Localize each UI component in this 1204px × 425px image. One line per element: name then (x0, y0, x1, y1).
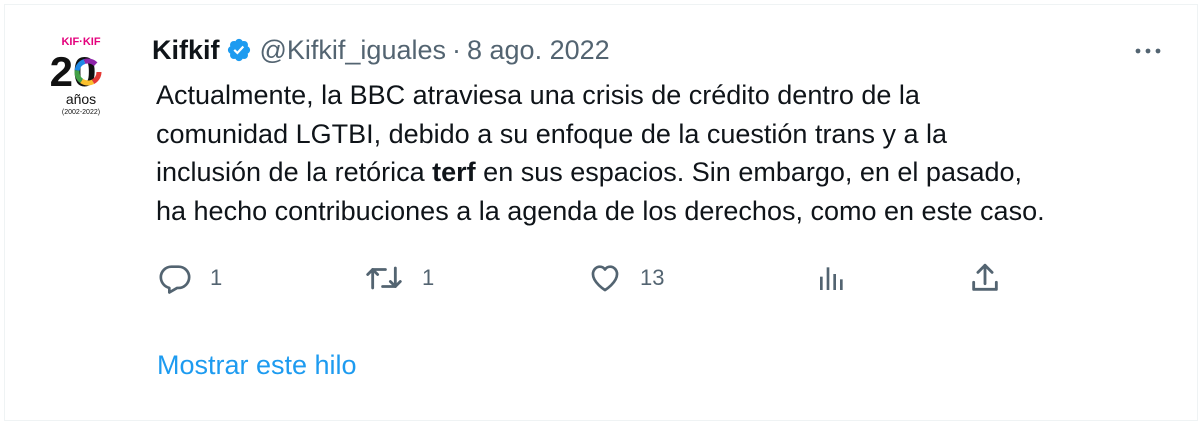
retweet-icon (364, 261, 404, 295)
action-bar: 1 1 13 (156, 256, 1036, 300)
reply-count: 1 (210, 265, 223, 290)
show-thread-link[interactable]: Mostrar este hilo (157, 350, 357, 381)
avatar-years: años (66, 91, 96, 107)
tweet-text-segment: inclusión de la retórica (156, 157, 433, 188)
avatar[interactable]: KIF·KIF 20 años (2002-2022) (48, 34, 114, 118)
share-button[interactable] (968, 256, 1002, 300)
more-options-icon[interactable] (1128, 34, 1168, 64)
avatar-range: (2002-2022) (62, 109, 100, 116)
retweet-button[interactable]: 1 (364, 256, 434, 300)
header-separator: · (452, 34, 461, 65)
tweet-date[interactable]: 8 ago. 2022 (467, 35, 610, 66)
tweet-text-line: Actualmente, la BBC atraviesa una crisis… (156, 80, 920, 110)
tweet-text-line: inclusión de la retórica terf en sus esp… (156, 153, 1176, 192)
tweet-text-segment: en sus espacios. Sin embargo, en el pasa… (475, 157, 1023, 188)
tweet-text-line: ha hecho contribuciones a la agenda de l… (156, 195, 1045, 226)
retweet-count: 1 (422, 265, 435, 290)
avatar-top-text: KIF·KIF (61, 36, 100, 48)
analytics-icon (816, 261, 848, 295)
tweet-text: Actualmente, la BBC atraviesa una crisis… (156, 76, 1176, 230)
verified-badge-icon[interactable] (226, 37, 252, 63)
tweet-header: Kifkif @Kifkif_iguales · 8 ago. 2022 (152, 30, 610, 70)
share-icon (968, 261, 1002, 295)
heart-icon (588, 261, 622, 295)
reply-icon (158, 261, 192, 295)
analytics-button[interactable] (816, 256, 848, 300)
author-handle[interactable]: @Kifkif_iguales (260, 35, 447, 66)
tweet-text-bold: terf (432, 157, 476, 188)
reply-button[interactable]: 1 (158, 256, 222, 300)
like-button[interactable]: 13 (588, 256, 664, 300)
avatar-number: 20 (50, 48, 97, 95)
like-count: 13 (640, 265, 665, 290)
tweet-text-line: comunidad LGTBI, debido a su enfoque de … (156, 118, 948, 149)
author-name[interactable]: Kifkif (152, 35, 220, 66)
